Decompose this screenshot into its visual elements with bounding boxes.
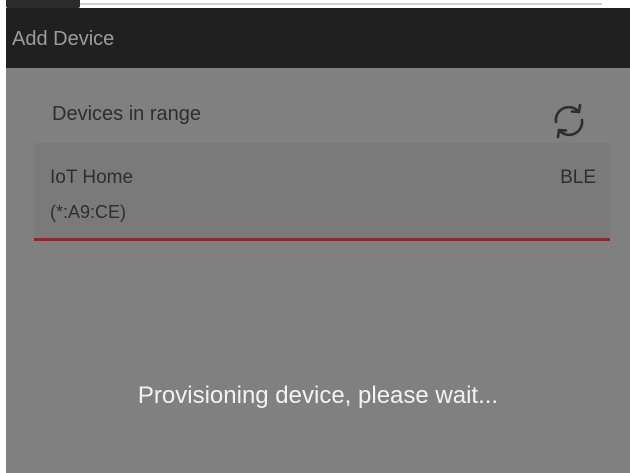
device-address: (*:A9:CE) xyxy=(50,202,127,222)
device-name: IoT Home xyxy=(50,167,134,188)
device-type: BLE xyxy=(560,167,596,188)
refresh-icon[interactable] xyxy=(550,102,588,140)
devices-in-range-header: Devices in range xyxy=(6,68,630,144)
provisioning-status-message: Provisioning device, please wait... xyxy=(137,382,499,409)
window-tab xyxy=(6,0,80,8)
devices-in-range-label: Devices in range xyxy=(52,103,201,125)
dialog-titlebar: Add Device xyxy=(6,8,630,68)
dialog-title: Add Device xyxy=(12,28,115,50)
window-top-strip xyxy=(0,0,630,8)
device-list-item[interactable]: IoT Home (*:A9:CE) BLE xyxy=(34,143,610,241)
top-divider xyxy=(80,3,602,5)
add-device-dialog: Add Device Devices in range IoT Home (*:… xyxy=(6,8,630,473)
selection-accent-line xyxy=(34,238,610,241)
